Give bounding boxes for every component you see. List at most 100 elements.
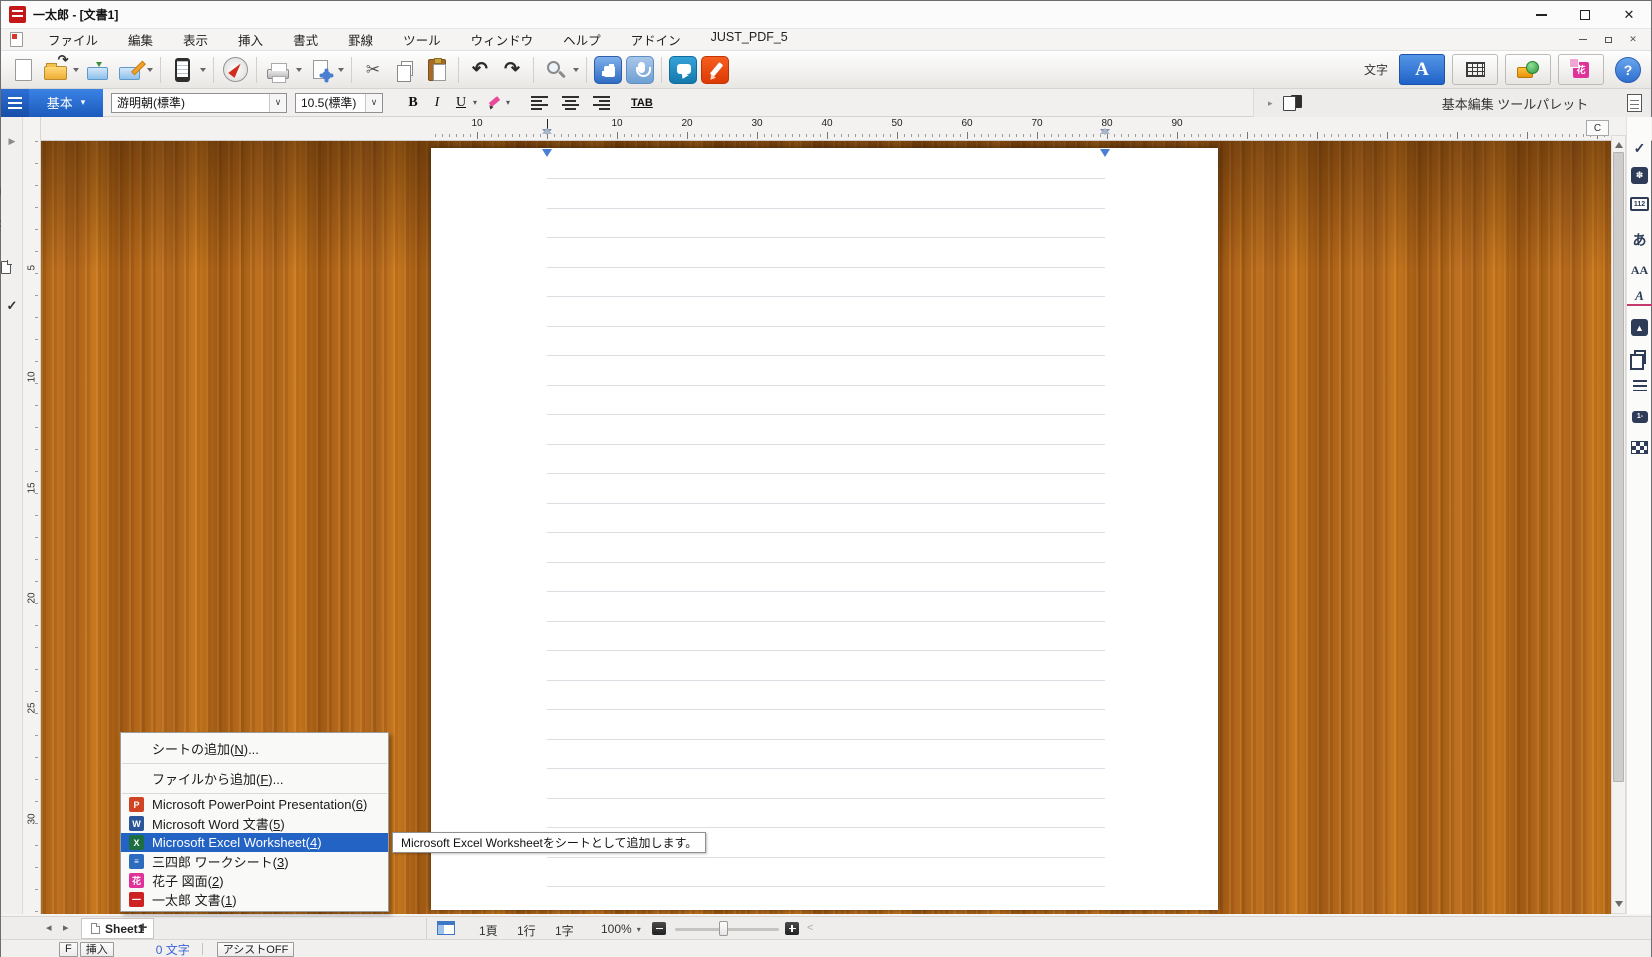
table-mode-button[interactable] <box>1452 54 1498 85</box>
underline-button[interactable]: U <box>449 92 473 114</box>
redo-button[interactable]: ↷ <box>496 54 528 86</box>
flower-icon[interactable]: ✽ <box>1631 167 1648 184</box>
margin-pin[interactable] <box>542 149 552 162</box>
grid-icon[interactable] <box>1631 441 1648 454</box>
menu-item-9[interactable]: ヘルプ <box>548 28 616 51</box>
outline-icon[interactable] <box>1633 380 1647 391</box>
help-button[interactable]: ? <box>1615 57 1641 83</box>
memo-icon[interactable]: 1- <box>1632 411 1648 423</box>
menu-item-1[interactable]: ファイル <box>33 28 113 51</box>
mobile-viewer-button[interactable] <box>166 54 198 86</box>
assist-button[interactable] <box>592 54 624 86</box>
underline-dropdown[interactable]: ▾ <box>473 98 482 107</box>
context-menu-item-1[interactable]: シートの追加(N)... <box>121 735 388 762</box>
font-size-select[interactable]: 10.5(標準) ∨ <box>295 93 383 113</box>
sheet-next-button[interactable]: ▸ <box>63 921 69 934</box>
zoom-in-button[interactable] <box>785 922 799 935</box>
hamburger-menu-button[interactable] <box>1 89 29 117</box>
print-dropdown[interactable] <box>294 55 304 85</box>
margin-marker[interactable] <box>1100 129 1110 140</box>
print-settings-dropdown[interactable] <box>336 55 346 85</box>
italic-button[interactable]: I <box>425 92 449 114</box>
image-icon[interactable]: ▲ <box>1631 319 1648 336</box>
menu-item-4[interactable]: 挿入 <box>223 28 278 51</box>
copies-icon[interactable] <box>1634 350 1646 364</box>
font-decoration-icon[interactable]: A <box>1627 289 1652 306</box>
align-center-button[interactable] <box>562 96 579 110</box>
align-right-button[interactable] <box>593 96 610 110</box>
copy-button[interactable] <box>389 54 421 86</box>
ruler-c-button[interactable]: C <box>1586 120 1609 136</box>
highlight-pen-dropdown[interactable]: ▾ <box>506 98 515 107</box>
palette-document-icon[interactable] <box>1627 94 1642 112</box>
print-settings-button[interactable] <box>304 54 336 86</box>
scroll-down-button[interactable] <box>1612 897 1625 912</box>
child-close-button[interactable]: ✕ <box>1625 33 1641 47</box>
context-menu-item-6[interactable]: ≡三四郎 ワークシート(3) <box>121 852 388 871</box>
menu-item-6[interactable]: 罫線 <box>333 28 388 51</box>
menu-item-3[interactable]: 表示 <box>168 28 223 51</box>
palette-switch-icon[interactable] <box>1283 95 1302 111</box>
insert-mode-button[interactable]: 挿入 <box>80 942 114 957</box>
zoom-level-select[interactable]: 100% ▾ <box>601 922 641 936</box>
navigation-button[interactable] <box>219 54 251 86</box>
margin-marker[interactable] <box>542 129 552 140</box>
highlight-pen-button[interactable] <box>482 92 506 114</box>
add-sheet-button[interactable]: + <box>134 919 152 937</box>
align-left-button[interactable] <box>531 96 548 110</box>
play-icon[interactable]: ▶ <box>1 129 23 153</box>
vertical-scrollbar[interactable] <box>1611 135 1626 914</box>
context-menu-item-3[interactable]: PMicrosoft PowerPoint Presentation(6) <box>121 795 388 814</box>
scrollbar-thumb[interactable] <box>1613 152 1624 782</box>
search-dropdown[interactable] <box>571 55 581 85</box>
document-icon[interactable] <box>10 32 23 47</box>
font-name-select[interactable]: 游明朝(標準) ∨ <box>111 93 287 113</box>
menu-item-10[interactable]: アドイン <box>616 28 696 51</box>
undo-button[interactable]: ↶ <box>464 54 496 86</box>
menu-item-8[interactable]: ウィンドウ <box>456 28 549 51</box>
hanako-mode-button[interactable]: 花 <box>1558 54 1604 85</box>
cut-button[interactable]: ✂ <box>357 54 389 86</box>
menu-item-11[interactable]: JUST_PDF_5 <box>696 28 803 51</box>
context-menu-item-5[interactable]: XMicrosoft Excel Worksheet(4) <box>121 833 388 852</box>
zoom-slider-thumb[interactable] <box>719 921 728 936</box>
paste-button[interactable] <box>421 54 453 86</box>
search-button[interactable] <box>539 54 571 86</box>
layout-view-icon[interactable] <box>437 921 455 935</box>
collapse-chevron-icon[interactable]: < <box>807 922 813 934</box>
expand-arrow-icon[interactable]: ▸ <box>1268 98 1273 109</box>
check-icon[interactable]: ✓ <box>1 294 23 318</box>
print-button[interactable] <box>262 54 294 86</box>
open-dropdown[interactable] <box>71 55 81 85</box>
menu-item-5[interactable]: 書式 <box>278 28 333 51</box>
context-menu-item-8[interactable]: 一一太郎 文書(1) <box>121 890 388 909</box>
new-document-button[interactable] <box>7 54 39 86</box>
zoom-out-button[interactable] <box>652 922 666 935</box>
kana-mode-button[interactable]: F <box>59 942 78 957</box>
close-button[interactable]: ✕ <box>1607 1 1651 28</box>
style-selector[interactable]: 基本 ▾ <box>29 89 103 117</box>
mobile-viewer-dropdown[interactable] <box>198 55 208 85</box>
bookmark-icon[interactable] <box>1 261 11 274</box>
graphics-mode-button[interactable] <box>1505 54 1551 85</box>
document-page[interactable] <box>431 148 1218 910</box>
assist-toggle-button[interactable]: アシストOFF <box>217 942 295 957</box>
menu-item-7[interactable]: ツール <box>388 28 456 51</box>
maximize-button[interactable] <box>1563 1 1607 28</box>
character-mode-button[interactable]: A <box>1399 54 1445 85</box>
child-restore-button[interactable] <box>1600 33 1616 47</box>
open-file-button[interactable] <box>39 54 71 86</box>
context-menu-item-4[interactable]: WMicrosoft Word 文書(5) <box>121 814 388 833</box>
voice-input-button[interactable] <box>624 54 656 86</box>
menu-item-2[interactable]: 編集 <box>113 28 168 51</box>
marker-pen-button[interactable] <box>699 54 731 86</box>
context-menu-item-7[interactable]: 花花子 図面(2) <box>121 871 388 890</box>
margin-pin[interactable] <box>1100 149 1110 162</box>
bold-button[interactable]: B <box>401 92 425 114</box>
tab-button[interactable]: TAB <box>631 97 653 109</box>
context-menu-item-2[interactable]: ファイルから追加(F)... <box>121 765 388 792</box>
sheet-prev-button[interactable]: ◂ <box>46 921 52 934</box>
photo-112-icon[interactable]: 112 <box>1630 197 1649 211</box>
save-button[interactable] <box>81 54 113 86</box>
minimize-button[interactable] <box>1519 1 1563 28</box>
